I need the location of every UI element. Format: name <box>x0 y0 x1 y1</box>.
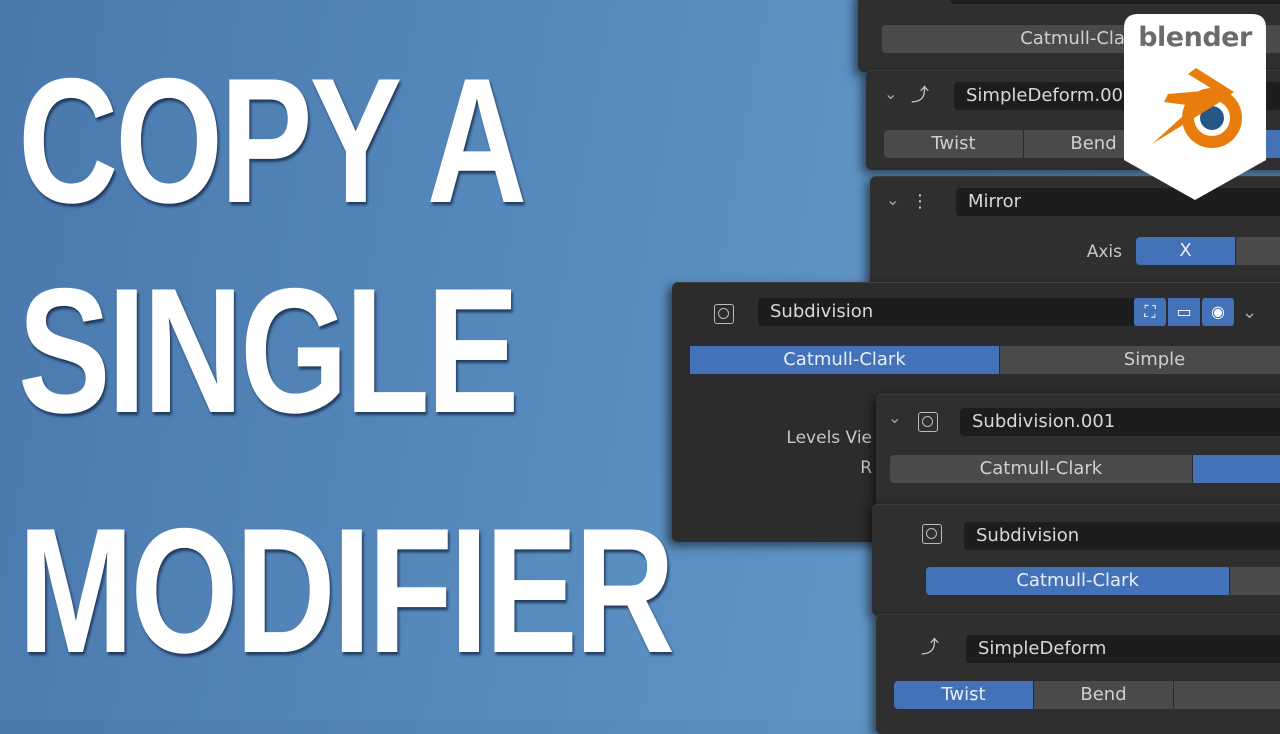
modifier-name-field[interactable]: SimpleDeform <box>966 635 1280 663</box>
blender-logo-badge: blender <box>1124 14 1266 200</box>
bend-button[interactable]: Bend <box>1034 681 1174 709</box>
edit-mode-toggle[interactable]: ⛶ <box>1134 298 1166 326</box>
axis-y-button[interactable] <box>1236 237 1280 265</box>
simple-button[interactable] <box>1192 455 1280 483</box>
collapse-chevron-icon[interactable]: ⌄ <box>888 408 901 427</box>
dropdown-chevron-icon[interactable]: ⌄ <box>1242 302 1257 323</box>
simple-deform-icon: ⤴ <box>921 637 939 658</box>
subdivision-type-selector: Catmull-Clark <box>890 455 1280 483</box>
subdivision-type-selector: Catmull-Clark Simple <box>690 346 1280 374</box>
subdivision-icon <box>922 524 942 544</box>
twist-button[interactable]: Twist <box>884 130 1024 158</box>
twist-button[interactable]: Twist <box>894 681 1034 709</box>
taper-button[interactable] <box>1174 681 1280 709</box>
axis-x-button[interactable]: X <box>1136 237 1236 265</box>
axis-label: Axis <box>1086 242 1122 262</box>
collapse-chevron-icon[interactable]: ⌄ <box>886 190 899 209</box>
modifier-panel-subdivision-copy: Subdivision Catmull-Clark <box>872 504 1280 616</box>
modifier-panel-simpledeform: ⤴ SimpleDeform Twist Bend <box>876 614 1280 734</box>
catmull-clark-button[interactable]: Catmull-Clark <box>926 567 1231 595</box>
subdivision-type-selector: Catmull-Clark <box>926 567 1280 595</box>
modifier-name-field[interactable]: Subdivision.001 <box>960 408 1280 436</box>
modifier-name-field[interactable] <box>950 0 1280 4</box>
subdivision-icon <box>714 304 734 324</box>
subdivision-icon <box>918 412 938 432</box>
modifier-panel-subdivision-001: ⌄ Subdivision.001 Catmull-Clark <box>876 394 1280 506</box>
title-line-2: SINGLE <box>18 251 519 450</box>
simple-button[interactable]: Simple <box>1000 346 1280 374</box>
axis-selector: X <box>1136 237 1280 265</box>
blender-wordmark: blender <box>1138 22 1252 53</box>
render-toggle[interactable]: ◉ <box>1202 298 1234 326</box>
viewport-toggle[interactable]: ▭ <box>1168 298 1200 326</box>
simple-button[interactable] <box>1230 567 1280 595</box>
render-label: R <box>860 458 872 478</box>
collapse-chevron-icon[interactable]: ⌄ <box>884 84 897 103</box>
modifier-name-field[interactable]: Subdivision <box>758 298 1138 326</box>
catmull-clark-button[interactable]: Catmull-Clark <box>890 455 1193 483</box>
catmull-clark-button[interactable]: Catmull-Clark <box>690 346 1000 374</box>
mirror-icon: ⋮ <box>911 191 929 212</box>
modifier-name-field[interactable]: Subdivision <box>964 522 1280 550</box>
levels-viewport-label: Levels Vie <box>786 428 872 448</box>
deform-mode-selector: Twist Bend <box>894 681 1280 709</box>
title-line-1: COPY A <box>18 41 527 240</box>
title-line-3: MODIFIER <box>18 491 675 690</box>
simple-deform-icon: ⤴ <box>911 85 929 106</box>
